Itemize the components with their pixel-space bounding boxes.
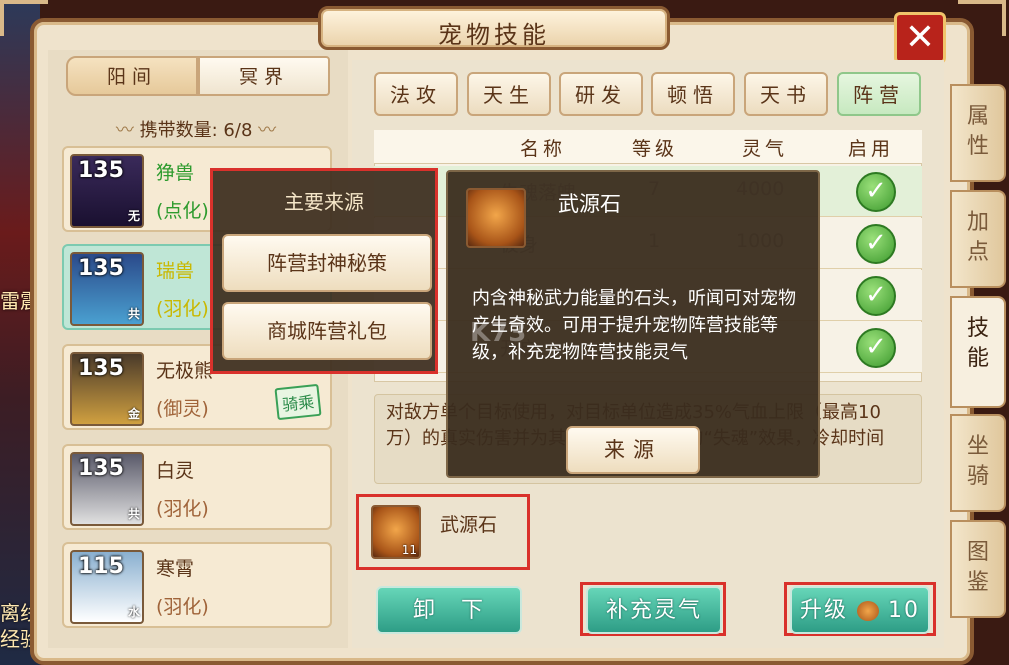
carry-count: 〰 携带数量: 6/8 〰 bbox=[96, 116, 296, 142]
pet-name: 寒霄 bbox=[156, 558, 195, 580]
carry-count-value: 6/8 bbox=[223, 120, 253, 141]
source-option-faction-secret[interactable]: 阵营封神秘策 bbox=[222, 234, 432, 292]
side-tab-0[interactable]: 属 性 bbox=[950, 84, 1006, 182]
tab-ming[interactable]: 冥界 bbox=[198, 56, 330, 96]
watermark: K73 bbox=[470, 318, 527, 348]
pet-avatar: 135 共 bbox=[70, 452, 144, 526]
tooltip-item-icon bbox=[466, 188, 526, 248]
pet-type: (点化) bbox=[156, 200, 209, 222]
corner-ornament-left bbox=[0, 0, 48, 36]
side-tab-4[interactable]: 图 鉴 bbox=[950, 520, 1006, 618]
tab-skill-4[interactable]: 天书 bbox=[744, 72, 828, 116]
mount-badge: 骑乘 bbox=[274, 383, 322, 421]
pet-name: 白灵 bbox=[156, 460, 195, 482]
pet-level: 135 bbox=[78, 256, 124, 281]
title-plate: 宠物技能 bbox=[318, 6, 670, 50]
window-title: 宠物技能 bbox=[438, 21, 550, 49]
skill-table-header: 名称 等级 灵气 启用 bbox=[374, 130, 922, 164]
tooltip-source-button[interactable]: 来源 bbox=[566, 426, 700, 474]
pet-type: (御灵) bbox=[156, 398, 209, 420]
pet-element: 共 bbox=[127, 507, 140, 521]
pet-avatar: 135 无 bbox=[70, 154, 144, 228]
enabled-check-icon[interactable]: ✓ bbox=[856, 172, 896, 212]
pet-avatar: 115 水 bbox=[70, 550, 144, 624]
header-qi: 灵气 bbox=[742, 138, 789, 160]
replenish-qi-button[interactable]: 补充灵气 bbox=[586, 586, 722, 634]
pet-name: 狰兽 bbox=[156, 162, 195, 184]
pet-card[interactable]: 135 共 白灵 (羽化) bbox=[62, 444, 332, 530]
pet-level: 135 bbox=[78, 356, 124, 381]
tab-skill-3[interactable]: 顿悟 bbox=[651, 72, 735, 116]
source-popup-title: 主要来源 bbox=[284, 190, 364, 214]
corner-ornament-right bbox=[958, 0, 1006, 36]
upgrade-button[interactable]: 升级 10 bbox=[790, 586, 930, 634]
upgrade-label: 升级 bbox=[799, 598, 848, 623]
unload-button[interactable]: 卸 下 bbox=[376, 586, 522, 634]
pet-element: 水 bbox=[127, 605, 140, 619]
pet-level: 135 bbox=[78, 158, 124, 183]
side-tab-2[interactable]: 技 能 bbox=[950, 296, 1006, 408]
enabled-check-icon[interactable]: ✓ bbox=[856, 328, 896, 368]
tab-skill-5[interactable]: 阵营 bbox=[837, 72, 921, 116]
tooltip-title: 武源石 bbox=[558, 192, 621, 216]
side-tab-3[interactable]: 坐 骑 bbox=[950, 414, 1006, 512]
enabled-check-icon[interactable]: ✓ bbox=[856, 224, 896, 264]
tab-skill-2[interactable]: 研发 bbox=[559, 72, 643, 116]
wuyuanshi-small-icon bbox=[857, 601, 879, 621]
pet-name: 无极熊 bbox=[156, 360, 214, 382]
pet-type: (羽化) bbox=[156, 498, 209, 520]
header-enabled: 启用 bbox=[848, 138, 895, 160]
wuyuanshi-icon: 11 bbox=[371, 505, 421, 559]
scroll-ornament-icon: 〰 bbox=[115, 120, 134, 141]
close-button[interactable]: ✕ bbox=[894, 12, 946, 64]
carry-count-label: 携带数量: bbox=[139, 120, 218, 141]
pet-element: 金 bbox=[127, 407, 140, 421]
pet-card[interactable]: 115 水 寒霄 (羽化) bbox=[62, 542, 332, 628]
pet-type: (羽化) bbox=[156, 596, 209, 618]
pet-element: 共 bbox=[127, 307, 140, 321]
pet-avatar: 135 共 bbox=[70, 252, 144, 326]
scroll-ornament-icon: 〰 bbox=[258, 120, 277, 141]
pet-type: (羽化) bbox=[156, 298, 209, 320]
header-level: 等级 bbox=[632, 138, 679, 160]
tab-skill-0[interactable]: 法攻 bbox=[374, 72, 458, 116]
header-name: 名称 bbox=[520, 138, 567, 160]
enabled-check-icon[interactable]: ✓ bbox=[856, 276, 896, 316]
pet-avatar: 135 金 bbox=[70, 352, 144, 426]
item-name: 武源石 bbox=[440, 514, 498, 536]
pet-level: 115 bbox=[78, 554, 124, 579]
item-count: 11 bbox=[401, 543, 417, 557]
side-tab-1[interactable]: 加 点 bbox=[950, 190, 1006, 288]
pet-element: 无 bbox=[127, 209, 140, 223]
pet-name: 瑞兽 bbox=[156, 260, 195, 282]
tab-yang[interactable]: 阳间 bbox=[66, 56, 198, 96]
upgrade-cost: 10 bbox=[888, 598, 920, 623]
source-option-mall-pack[interactable]: 商城阵营礼包 bbox=[222, 302, 432, 360]
pet-level: 135 bbox=[78, 456, 124, 481]
tab-skill-1[interactable]: 天生 bbox=[467, 72, 551, 116]
close-icon: ✕ bbox=[904, 17, 936, 58]
realm-tabs: 阳间 冥界 bbox=[66, 56, 330, 96]
